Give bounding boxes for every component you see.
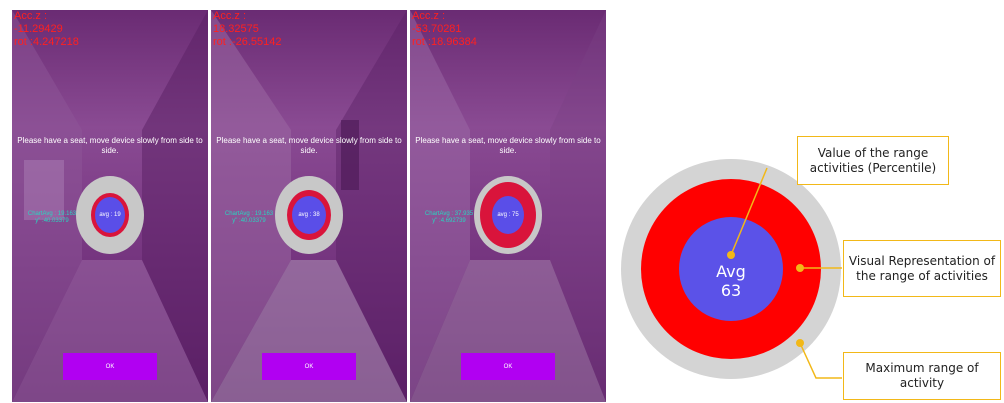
chart-readout: ChartAvg : 37.935 y" :4.692739 [416,211,482,225]
chart-readout: ChartAvg : 19.163 y" :40.03379 [217,211,281,225]
callout-value-range: Value of the range activities (Percentil… [797,136,949,185]
avg-circle: avg : 75 [492,196,524,234]
chart-readout: ChartAvg : 19.163 y" :40.03379 [22,211,82,225]
callout-value-text: Value of the range activities (Percentil… [809,145,937,175]
instruction-text: Please have a seat, move device slowly f… [216,136,402,155]
chart-avg: ChartAvg : 19.163 [224,211,274,217]
avg-label: avg : 19 [99,212,121,218]
rot-value: rot :-26.55142 [213,36,282,48]
debug-readout: Acc.z : -53.70281 rot :18.96384 [412,10,477,49]
diagram-avg-value: 63 [721,281,741,300]
acc-value: -53.70281 [412,23,462,35]
debug-readout: Acc.z : 18.32575 rot :-26.55142 [213,10,282,49]
avg-circle: avg : 19 [95,197,125,233]
ok-button[interactable]: OK [262,353,356,380]
ok-button[interactable]: OK [461,353,555,380]
ok-button[interactable]: OK [63,353,157,380]
rot-value: rot :4.247218 [14,36,79,48]
diagram-avg-label: Avg [716,262,746,281]
callout-visual-text: Visual Representation of the range of ac… [848,253,996,283]
acc-label: Acc.z : [14,10,48,22]
instruction-text: Please have a seat, move device slowly f… [415,136,601,155]
avg-label: avg : 38 [298,212,320,218]
acc-label: Acc.z : [213,10,247,22]
leader-dot-max [796,339,804,347]
leader-dot-value [727,251,735,259]
chart-y: y" :40.03379 [232,218,266,224]
avg-label: avg : 75 [497,212,519,218]
acc-label: Acc.z : [412,10,446,22]
callout-max-text: Maximum range of activity [865,361,979,390]
avg-circle: avg : 38 [292,196,326,234]
rot-value: rot :18.96384 [412,36,477,48]
debug-readout: Acc.z : -11.29429 rot :4.247218 [14,10,79,49]
chart-avg: ChartAvg : 19.163 [27,211,77,217]
acc-value: 18.32575 [213,23,259,35]
chart-y: y" :40.03379 [35,218,69,224]
phone-screen-2: Acc.z : 18.32575 rot :-26.55142 Please h… [211,10,407,402]
callout-visual-representation: Visual Representation of the range of ac… [843,240,1001,297]
phone-screen-3: Acc.z : -53.70281 rot :18.96384 Please h… [410,10,606,402]
phone-screen-1: Acc.z : -11.29429 rot :4.247218 Please h… [12,10,208,402]
chart-avg: ChartAvg : 37.935 [424,211,474,217]
chart-y: y" :4.692739 [432,218,466,224]
callout-maximum-range: Maximum range of activity [843,352,1001,400]
instruction-text: Please have a seat, move device slowly f… [17,136,203,155]
leader-dot-visual [796,264,804,272]
acc-value: -11.29429 [14,23,63,35]
